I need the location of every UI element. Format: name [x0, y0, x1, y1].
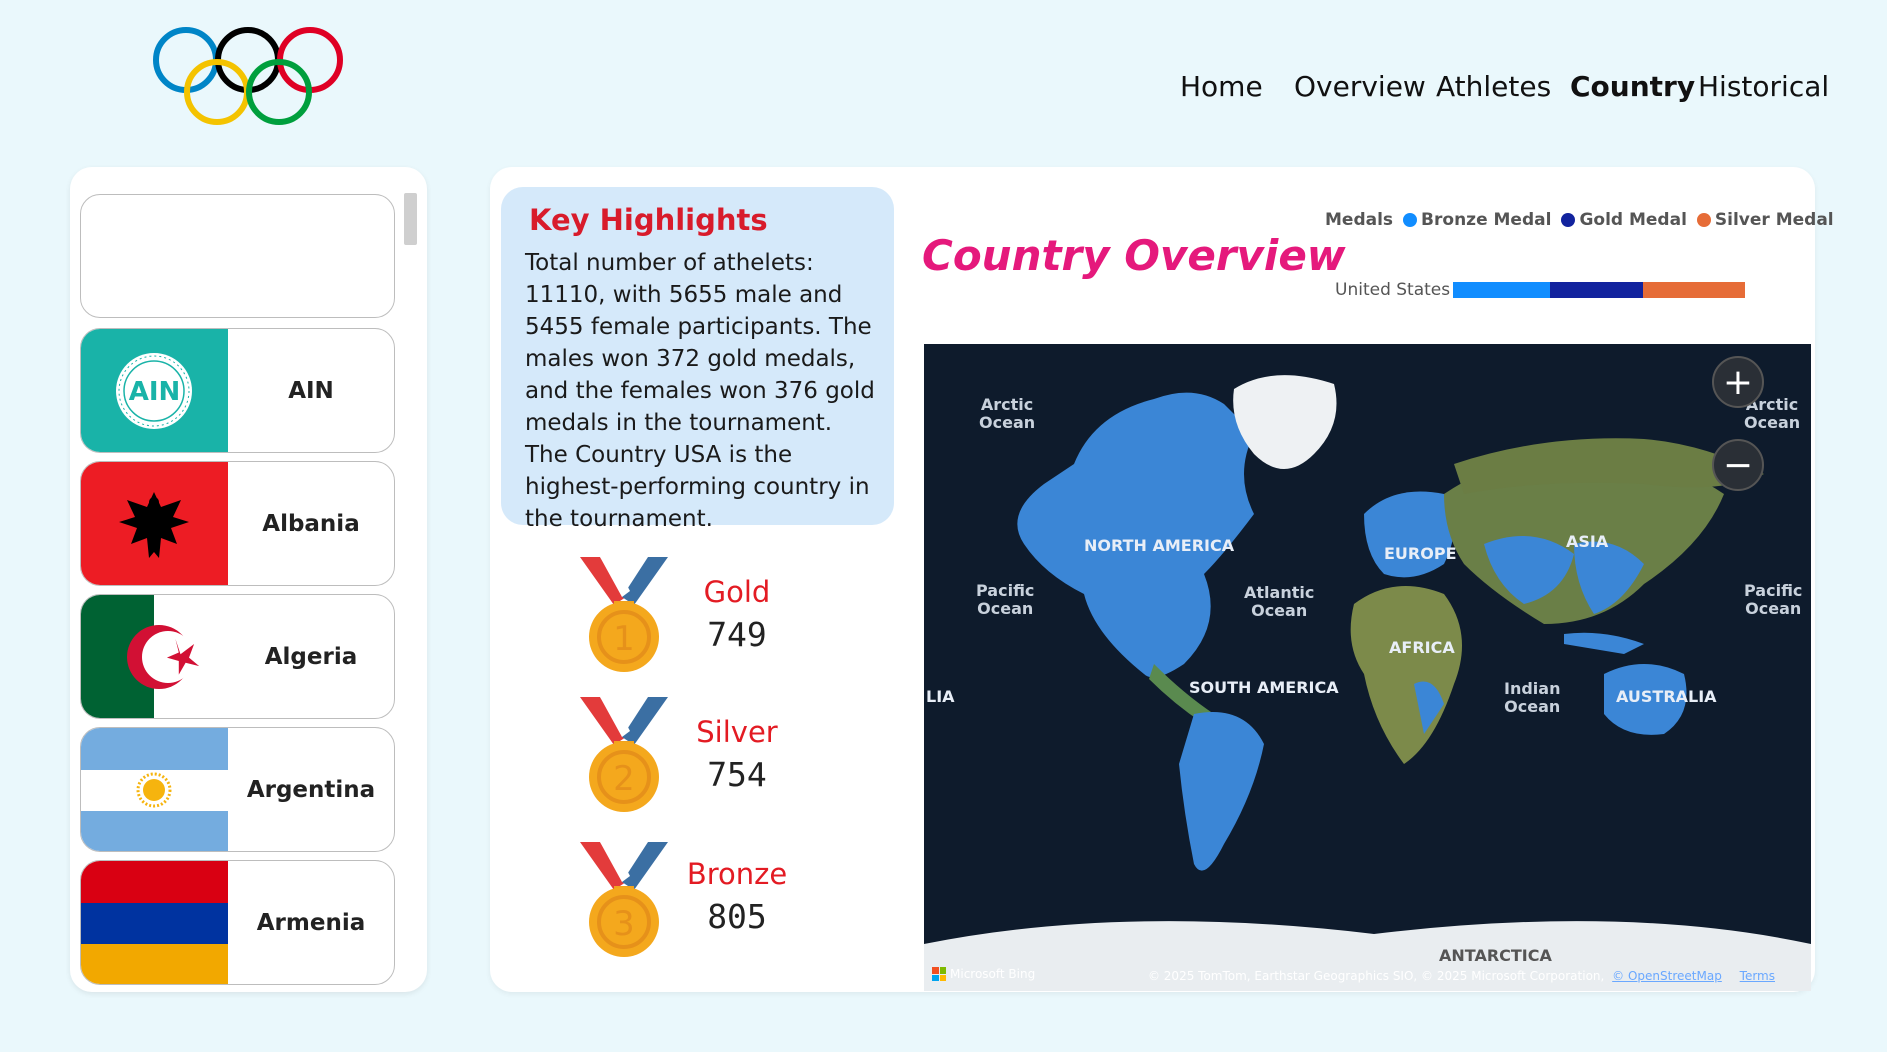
key-highlights-text: Total number of athelets: 11110, with 56…: [525, 250, 875, 532]
label-south-america: SOUTH AMERICA: [1189, 678, 1339, 697]
svg-text:1: 1: [613, 619, 635, 659]
world-map-shapes: [924, 344, 1811, 991]
ain-emblem-icon: AIN: [81, 329, 228, 452]
legend-gold[interactable]: Gold Medal: [1561, 210, 1687, 230]
bar-country-label: United States: [1335, 280, 1451, 300]
microsoft-logo-icon: [932, 967, 946, 981]
slicer-scrollbar[interactable]: [404, 193, 417, 245]
country-name-argentina: Argentina: [246, 776, 376, 803]
algeria-flag-icon: [81, 595, 228, 718]
label-antarctica: ANTARCTICA: [1439, 946, 1552, 965]
country-item-armenia[interactable]: Armenia: [80, 860, 395, 985]
gold-label: Gold: [703, 575, 771, 609]
silver-label: Silver: [696, 715, 778, 749]
bronze-value: 805: [707, 897, 767, 936]
svg-text:2: 2: [613, 759, 635, 799]
medal-stacked-bar[interactable]: [1453, 282, 1745, 298]
ocean-label-pacific-right: Pacific Ocean: [1744, 581, 1803, 618]
argentina-flag-icon: [81, 728, 228, 851]
ocean-label-indian: Indian Ocean: [1504, 679, 1561, 716]
key-highlights-card: Key Highlights Total number of athelets:…: [501, 187, 894, 532]
zoom-in-button[interactable]: +: [1712, 356, 1764, 408]
legend-title: Medals: [1325, 210, 1394, 230]
country-name-algeria: Algeria: [264, 643, 358, 670]
nav-home[interactable]: Home: [1180, 70, 1263, 103]
ocean-label-arctic-left: Arctic Ocean: [979, 395, 1036, 432]
silver-value: 754: [707, 755, 767, 794]
country-slicer: AIN AIN Albania Algeria Argentina Armeni…: [70, 167, 427, 992]
label-africa: AFRICA: [1389, 638, 1455, 657]
country-slot-empty[interactable]: [80, 194, 395, 318]
key-highlights-title: Key Highlights: [529, 203, 768, 237]
openstreetmap-link[interactable]: © OpenStreetMap: [1612, 969, 1722, 983]
nav-overview[interactable]: Overview: [1294, 70, 1426, 103]
olympic-rings-logo: [153, 27, 343, 125]
bing-attribution: Microsoft Bing: [932, 967, 1035, 981]
nav-historical[interactable]: Historical: [1698, 70, 1829, 103]
zoom-out-button[interactable]: −: [1712, 439, 1764, 491]
nav-country[interactable]: Country: [1570, 70, 1695, 103]
country-item-albania[interactable]: Albania: [80, 461, 395, 586]
bar-segment-gold-medal[interactable]: [1550, 282, 1644, 298]
albania-flag-icon: [81, 462, 228, 585]
armenia-flag-icon: [81, 861, 228, 984]
country-item-argentina[interactable]: Argentina: [80, 727, 395, 852]
country-name-ain: AIN: [288, 377, 334, 404]
country-overview-title: Country Overview: [922, 231, 1346, 280]
country-item-ain[interactable]: AIN AIN: [80, 328, 395, 453]
gold-value: 749: [707, 615, 767, 654]
country-item-algeria[interactable]: Algeria: [80, 594, 395, 719]
label-australia: AUSTRALIA: [1616, 687, 1717, 706]
label-lia: LIA: [926, 687, 955, 706]
ocean-label-atlantic: Atlantic Ocean: [1244, 583, 1315, 620]
medals-legend: Medals Bronze Medal Gold Medal Silver Me…: [1325, 210, 1844, 230]
legend-silver[interactable]: Silver Medal: [1696, 210, 1834, 230]
bronze-label: Bronze: [686, 857, 788, 891]
ain-badge-text: AIN: [128, 376, 181, 407]
map-attribution: © 2025 TomTom, Earthstar Geographics SIO…: [1147, 969, 1775, 983]
svg-text:3: 3: [613, 904, 635, 944]
label-europe: EUROPE: [1384, 544, 1457, 563]
label-asia: ASIA: [1566, 532, 1609, 551]
nav-athletes[interactable]: Athletes: [1436, 70, 1551, 103]
country-name-albania: Albania: [262, 510, 360, 537]
label-north-america: NORTH AMERICA: [1084, 536, 1235, 555]
main-panel: Key Highlights Total number of athelets:…: [490, 167, 1834, 992]
bar-segment-silver-medal[interactable]: [1643, 282, 1745, 298]
world-map[interactable]: Arctic Ocean Arctic Ocean Pacific Ocean Atl…: [924, 344, 1811, 991]
country-name-armenia: Armenia: [256, 909, 366, 936]
ocean-label-pacific-left: Pacific Ocean: [976, 581, 1035, 618]
bar-segment-bronze-medal[interactable]: [1453, 282, 1551, 298]
top-navigation: Home Overview Athletes Country Historica…: [1170, 70, 1829, 110]
legend-bronze[interactable]: Bronze Medal: [1403, 210, 1551, 230]
terms-link[interactable]: Terms: [1740, 969, 1775, 983]
